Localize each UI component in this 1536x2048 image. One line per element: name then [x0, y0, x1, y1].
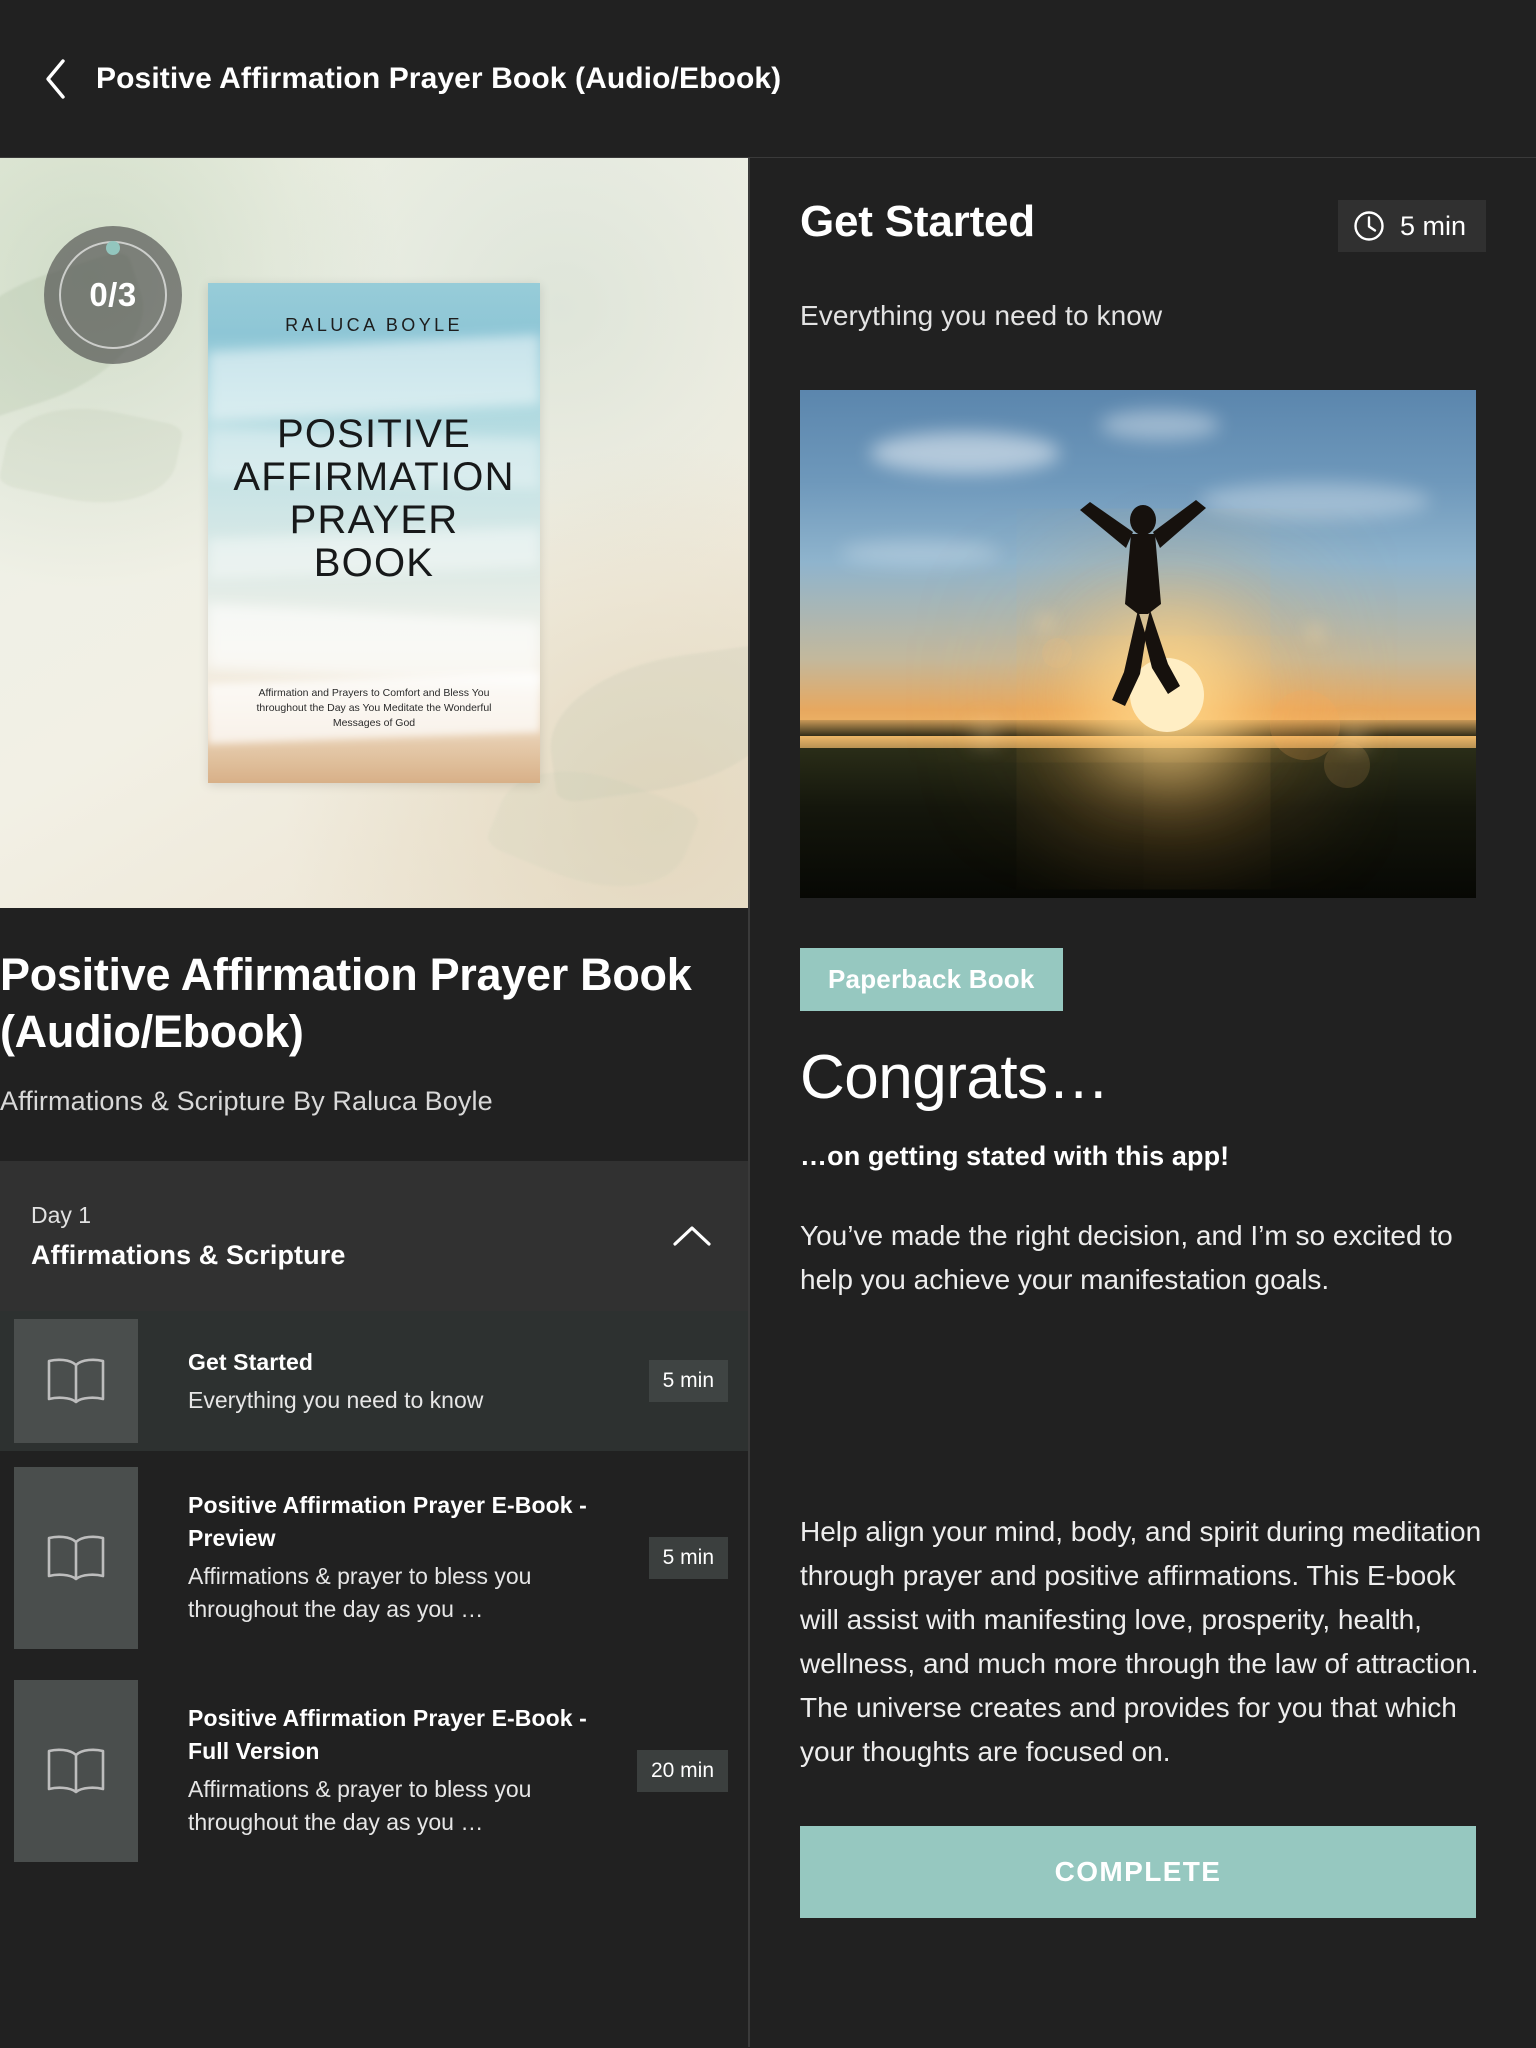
lesson-detail-title: Get Started — [800, 197, 1035, 246]
lesson-description: Affirmations & prayer to bless you throu… — [188, 1563, 532, 1622]
cloud-decoration — [1100, 410, 1220, 440]
accordion-labels: Day 1 Affirmations & Scripture — [31, 1202, 345, 1271]
open-book-icon — [47, 1358, 105, 1404]
content-paragraph-1: You’ve made the right decision, and I’m … — [800, 1220, 1453, 1295]
lens-flare — [1042, 638, 1072, 668]
horizon-line — [800, 720, 1476, 736]
content-paragraph-2: Help align your mind, body, and spirit d… — [800, 1516, 1482, 1767]
chevron-left-icon — [46, 58, 65, 99]
course-hero-image: 0/3 RALUCA BOYLE POSITIVE AFFIRMATION PR… — [0, 158, 748, 908]
progress-count: 0/3 — [89, 276, 137, 313]
cloud-decoration — [1200, 482, 1430, 520]
open-book-icon — [47, 1748, 105, 1793]
book-cover: RALUCA BOYLE POSITIVE AFFIRMATION PRAYER… — [208, 283, 540, 783]
lesson-duration-pill: 5 min — [1337, 200, 1486, 252]
lesson-text: Positive Affirmation Prayer E-Book - Pre… — [138, 1489, 649, 1626]
course-panel: 0/3 RALUCA BOYLE POSITIVE AFFIRMATION PR… — [0, 158, 748, 2047]
top-app-bar: Positive Affirmation Prayer Book (Audio/… — [0, 0, 1536, 158]
lesson-thumbnail — [14, 1679, 138, 1862]
cloud-decoration — [840, 540, 1000, 566]
tag-row: Paperback Book — [800, 898, 1486, 1011]
accordion-day-label: Day 1 — [31, 1201, 92, 1228]
lesson-list-item[interactable]: Positive Affirmation Prayer E-Book - Ful… — [0, 1664, 748, 1877]
page-title: Positive Affirmation Prayer Book (Audio/… — [96, 61, 782, 95]
cloud-decoration — [870, 432, 1060, 474]
lesson-detail-subtitle: Everything you need to know — [800, 300, 1163, 331]
lesson-description: Everything you need to know — [188, 1386, 484, 1413]
content-lead: …on getting stated with this app! — [800, 1141, 1230, 1171]
lesson-text: Positive Affirmation Prayer E-Book - Ful… — [138, 1702, 637, 1839]
clock-icon — [1354, 211, 1384, 241]
lesson-header: Get Started 5 min — [800, 196, 1486, 252]
lesson-duration-badge: 5 min — [648, 1536, 728, 1579]
leaf-decoration — [0, 391, 185, 520]
course-info: Positive Affirmation Prayer Book (Audio/… — [0, 908, 748, 1117]
section-accordion-day-1[interactable]: Day 1 Affirmations & Scripture — [0, 1161, 748, 1311]
lesson-duration-label: 5 min — [1399, 210, 1466, 241]
course-progress-badge[interactable]: 0/3 — [44, 226, 182, 364]
lesson-title: Get Started — [188, 1348, 314, 1375]
lesson-duration-badge: 5 min — [648, 1360, 728, 1402]
lesson-list-item[interactable]: Positive Affirmation Prayer E-Book - Pre… — [0, 1451, 748, 1664]
main-content: 0/3 RALUCA BOYLE POSITIVE AFFIRMATION PR… — [0, 158, 1536, 2047]
lesson-description: Affirmations & prayer to bless you throu… — [188, 1776, 532, 1835]
complete-button[interactable]: COMPLETE — [800, 1826, 1476, 1918]
open-book-icon — [47, 1535, 105, 1580]
lesson-detail-panel: Get Started 5 min Everything you need to… — [750, 158, 1536, 2047]
field-ground — [800, 748, 1476, 898]
cover-wave — [208, 334, 540, 422]
content-type-tag: Paperback Book — [800, 948, 1063, 1011]
lesson-duration-badge: 20 min — [636, 1749, 728, 1792]
back-button[interactable] — [34, 57, 78, 101]
lesson-list-item[interactable]: Get Started Everything you need to know … — [0, 1311, 748, 1451]
lesson-text: Get Started Everything you need to know — [138, 1346, 649, 1417]
lesson-thumbnail — [14, 1466, 138, 1649]
chevron-up-icon — [673, 1226, 711, 1246]
lesson-title: Positive Affirmation Prayer E-Book - Pre… — [188, 1492, 587, 1551]
cover-subtitle: Affirmation and Prayers to Comfort and B… — [256, 687, 492, 729]
accordion-toggle[interactable] — [670, 1214, 714, 1258]
course-title: Positive Affirmation Prayer Book (Audio/… — [0, 949, 692, 1057]
lesson-hero-photo — [800, 390, 1476, 898]
progress-dot-icon — [106, 241, 120, 255]
cover-author: RALUCA BOYLE — [285, 315, 463, 335]
lesson-title: Positive Affirmation Prayer E-Book - Ful… — [188, 1705, 587, 1764]
content-heading: Congrats… — [800, 1043, 1110, 1112]
lesson-thumbnail — [14, 1319, 138, 1443]
course-subtitle: Affirmations & Scripture By Raluca Boyle — [0, 1086, 493, 1116]
accordion-section-title: Affirmations & Scripture — [31, 1239, 346, 1270]
cover-title: POSITIVE AFFIRMATION PRAYER BOOK — [233, 412, 515, 585]
lens-flare — [1324, 742, 1370, 788]
jumping-person-silhouette — [1080, 500, 1206, 706]
